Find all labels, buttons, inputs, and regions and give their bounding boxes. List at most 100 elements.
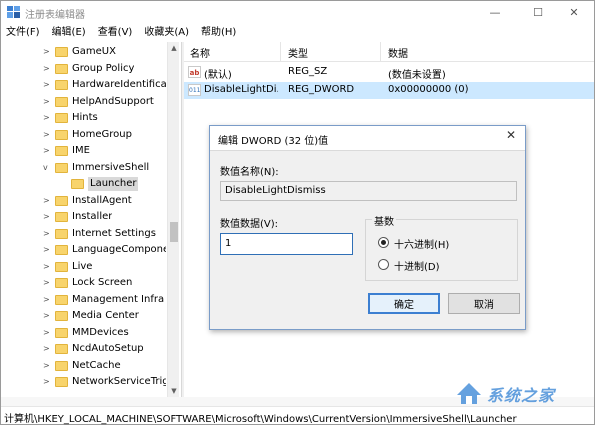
menu-edit[interactable]: 编辑(E) [46, 24, 92, 42]
chevron-right-icon[interactable]: > [43, 311, 51, 321]
tree-item[interactable]: v ImmersiveShell [1, 160, 166, 176]
tree-item-label: IME [72, 145, 90, 156]
chevron-right-icon[interactable]: > [43, 344, 51, 354]
tree-item[interactable]: > HelpAndSupport [1, 94, 166, 110]
title-bar[interactable]: 注册表编辑器 — ☐ ✕ [1, 1, 594, 23]
chevron-right-icon[interactable]: > [43, 295, 51, 305]
value-name-label: 数值名称(N): [220, 167, 279, 178]
tree-item[interactable]: > Hints [1, 110, 166, 126]
tree-item-label: HomeGroup [72, 128, 132, 140]
value-row[interactable]: 011 DisableLightDi... REG_DWORD 0x00000000 … [184, 82, 594, 99]
chevron-right-icon[interactable]: > [43, 278, 51, 288]
tree-item-label: Group Policy [72, 62, 135, 74]
status-bar: 计算机\HKEY_LOCAL_MACHINE\SOFTWARE\Microsof… [1, 406, 594, 425]
tree-item[interactable]: > Management Infra [1, 292, 166, 308]
chevron-right-icon[interactable]: > [43, 97, 51, 107]
radio-hexadecimal-label: 十六进制(H) [394, 240, 450, 251]
value-name-field: DisableLightDismiss [220, 181, 517, 201]
chevron-right-icon[interactable]: > [43, 361, 51, 371]
value-data-cell: 0x00000000 (0) [388, 84, 469, 95]
folder-icon [55, 162, 68, 173]
tree-item[interactable]: > Installer [1, 209, 166, 225]
tree-item[interactable]: > GameUX [1, 44, 166, 60]
tree-item-label: NetworkServiceTrig [72, 376, 166, 387]
chevron-right-icon[interactable]: > [43, 130, 51, 140]
chevron-right-icon[interactable] [59, 179, 67, 189]
folder-icon [55, 360, 68, 371]
cancel-button[interactable]: 取消 [448, 293, 520, 314]
folder-icon [55, 294, 68, 305]
value-row[interactable]: ab (默认) REG_SZ (数值未设置) [184, 64, 594, 81]
tree-item[interactable]: > LanguageCompone [1, 242, 166, 258]
ok-button[interactable]: 确定 [368, 293, 440, 314]
menu-view[interactable]: 查看(V) [92, 24, 139, 42]
folder-icon [55, 278, 68, 288]
tree-item[interactable]: > IME [1, 143, 166, 159]
minimize-button[interactable]: — [475, 1, 515, 23]
menu-help[interactable]: 帮助(H) [195, 24, 242, 42]
folder-icon [55, 47, 68, 57]
radio-button-icon[interactable] [378, 237, 389, 248]
chevron-right-icon[interactable]: > [43, 229, 51, 239]
chevron-right-icon[interactable]: > [43, 328, 51, 338]
folder-icon [55, 63, 68, 74]
chevron-right-icon[interactable]: > [43, 47, 51, 57]
folder-icon [55, 327, 68, 338]
column-separator[interactable] [380, 42, 381, 62]
tree-item-label: Live [72, 260, 93, 272]
chevron-down-icon[interactable]: v [43, 163, 51, 173]
folder-icon [55, 96, 68, 107]
tree-item[interactable]: > HardwareIdentifica [1, 77, 166, 93]
tree-scrollbar[interactable]: ▲ ▼ [167, 42, 179, 397]
tree-item[interactable]: > NcdAutoSetup [1, 341, 166, 357]
chevron-right-icon[interactable]: > [43, 146, 51, 156]
radio-button-icon[interactable] [378, 259, 389, 270]
value-data-input[interactable]: 1 [220, 233, 353, 255]
maximize-button[interactable]: ☐ [518, 1, 558, 23]
tree-item[interactable]: > MMDevices [1, 325, 166, 341]
tree-item[interactable]: > NetworkServiceTrig [1, 374, 166, 390]
folder-icon [55, 146, 68, 156]
chevron-right-icon[interactable]: > [43, 262, 51, 272]
watermark-logo: 系统之家 [453, 377, 593, 407]
column-header-type[interactable]: 类型 [288, 45, 308, 60]
tree-item[interactable]: > Group Policy [1, 61, 166, 77]
tree-item[interactable]: > NetCache [1, 358, 166, 374]
edit-dword-dialog: 编辑 DWORD (32 位)值 ✕ 数值名称(N): DisableLight… [209, 125, 526, 330]
folder-icon [55, 212, 68, 222]
close-button[interactable]: ✕ [554, 1, 594, 23]
scroll-thumb[interactable] [170, 222, 178, 242]
chevron-right-icon[interactable]: > [43, 80, 51, 90]
menu-file[interactable]: 文件(F) [1, 24, 46, 42]
folder-icon [55, 311, 68, 321]
dialog-close-icon[interactable]: ✕ [506, 128, 516, 142]
chevron-right-icon[interactable]: > [43, 245, 51, 255]
chevron-right-icon[interactable]: > [43, 113, 51, 123]
list-header: 名称 类型 数据 [184, 42, 594, 62]
tree-item[interactable]: Launcher [1, 176, 166, 192]
folder-icon [55, 377, 68, 387]
chevron-right-icon[interactable]: > [43, 196, 51, 206]
column-header-data[interactable]: 数据 [388, 45, 408, 60]
scroll-up-icon[interactable]: ▲ [168, 42, 180, 54]
menu-favorites[interactable]: 收藏夹(A) [138, 24, 195, 42]
tree-item[interactable]: > Media Center [1, 308, 166, 324]
tree-item[interactable]: > InstallAgent [1, 193, 166, 209]
tree-item[interactable]: > Lock Screen [1, 275, 166, 291]
column-separator[interactable] [280, 42, 281, 62]
chevron-right-icon[interactable]: > [43, 377, 51, 387]
value-data-label: 数值数据(V): [220, 219, 279, 230]
tree-item[interactable]: > HomeGroup [1, 127, 166, 143]
scroll-down-icon[interactable]: ▼ [168, 385, 180, 397]
dialog-title: 编辑 DWORD (32 位)值 [218, 136, 329, 147]
column-header-name[interactable]: 名称 [190, 45, 210, 60]
tree-item[interactable]: > Live [1, 259, 166, 275]
chevron-right-icon[interactable]: > [43, 212, 51, 222]
chevron-right-icon[interactable]: > [43, 64, 51, 74]
tree-item-label: InstallAgent [72, 194, 132, 206]
tree-item[interactable]: > Internet Settings [1, 226, 166, 242]
dword-value-icon: 011 [188, 84, 201, 96]
folder-icon [55, 344, 68, 354]
tree-item-label: GameUX [72, 46, 116, 57]
tree-item-label: Installer [72, 211, 113, 222]
